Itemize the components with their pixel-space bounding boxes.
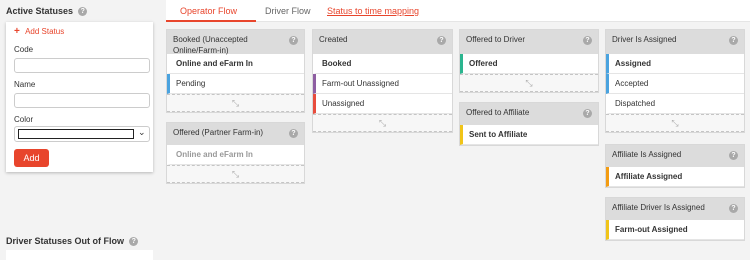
- plus-icon: +: [14, 26, 20, 37]
- out-of-flow-title: Driver Statuses Out of Flow: [6, 236, 125, 246]
- column-title: Offered to Affiliate: [466, 108, 530, 117]
- column-affiliate-assigned: Affiliate Is Assigned ? Affiliate Assign…: [605, 144, 745, 188]
- column-header: Driver Is Assigned ?: [606, 30, 744, 54]
- help-icon[interactable]: ?: [437, 36, 446, 45]
- status-card[interactable]: Farm-out Assigned: [606, 220, 744, 240]
- name-label: Name: [14, 80, 36, 89]
- color-select[interactable]: ⌄: [14, 126, 150, 142]
- status-card[interactable]: Assigned: [606, 54, 744, 74]
- help-icon[interactable]: ?: [289, 36, 298, 45]
- status-card[interactable]: Offered: [460, 54, 598, 74]
- status-card[interactable]: Pending: [167, 74, 304, 94]
- drop-zone[interactable]: ⤡: [460, 74, 598, 92]
- tab-status-time-mapping[interactable]: Status to time mapping: [327, 6, 419, 16]
- help-icon[interactable]: ?: [583, 109, 592, 118]
- status-card[interactable]: Online and eFarm In: [167, 145, 304, 165]
- column-title: Created: [319, 35, 348, 44]
- column-title: Offered to Driver: [466, 35, 525, 44]
- status-card[interactable]: Online and eFarm In: [167, 54, 304, 74]
- out-of-flow-panel: [6, 250, 153, 260]
- column-offered-partner: Offered (Partner Farm-in) ? Online and e…: [166, 122, 305, 184]
- help-icon[interactable]: ?: [289, 129, 298, 138]
- out-of-flow-header: Driver Statuses Out of Flow ?: [6, 236, 139, 247]
- column-header: Offered to Driver ?: [460, 30, 598, 54]
- drop-zone[interactable]: ⤡: [167, 165, 304, 183]
- drop-zone[interactable]: ⤡: [313, 114, 452, 132]
- column-driver-assigned: Driver Is Assigned ? Assigned Accepted D…: [605, 29, 745, 133]
- status-card[interactable]: Unassigned: [313, 94, 452, 114]
- name-input[interactable]: [14, 93, 150, 108]
- tab-driver-flow[interactable]: Driver Flow: [265, 6, 311, 16]
- active-statuses-title: Active Statuses: [6, 6, 74, 16]
- help-icon[interactable]: ?: [583, 36, 592, 45]
- help-icon[interactable]: ?: [78, 7, 88, 17]
- column-header: Created ?: [313, 30, 452, 54]
- column-title: Offered (Partner Farm-in): [173, 128, 264, 137]
- column-header: Offered (Partner Farm-in) ?: [167, 123, 304, 145]
- column-affiliate-driver-assigned: Affiliate Driver Is Assigned ? Farm-out …: [605, 197, 745, 241]
- status-card[interactable]: Dispatched: [606, 94, 744, 114]
- color-label: Color: [14, 115, 34, 124]
- resize-icon: ⤡: [671, 117, 679, 128]
- help-icon[interactable]: ?: [729, 204, 738, 213]
- code-input[interactable]: [14, 58, 150, 73]
- color-swatch: [18, 129, 134, 139]
- add-status-link[interactable]: + Add Status: [14, 26, 64, 37]
- column-header: Booked (Unaccepted Online/Farm-in) ?: [167, 30, 304, 55]
- add-status-panel: + Add Status Code Name Color ⌄ Add: [6, 22, 153, 172]
- column-booked: Booked (Unaccepted Online/Farm-in) ? Onl…: [166, 29, 305, 113]
- help-icon[interactable]: ?: [729, 151, 738, 160]
- column-offered-driver: Offered to Driver ? Offered ⤡: [459, 29, 599, 93]
- column-created: Created ? Booked Farm-out Unassigned Una…: [312, 29, 453, 133]
- drop-zone[interactable]: ⤡: [167, 94, 304, 112]
- help-icon[interactable]: ?: [129, 237, 139, 247]
- status-card[interactable]: Booked: [313, 54, 452, 74]
- drop-zone[interactable]: ⤡: [606, 114, 744, 132]
- column-header: Affiliate Is Assigned ?: [606, 145, 744, 167]
- column-header: Affiliate Driver Is Assigned ?: [606, 198, 744, 220]
- resize-icon: ⤡: [231, 168, 240, 179]
- column-title: Booked (Unaccepted Online/Farm-in): [173, 35, 248, 55]
- column-title: Affiliate Driver Is Assigned: [612, 203, 705, 212]
- resize-icon: ⤡: [525, 77, 533, 88]
- column-title: Driver Is Assigned: [612, 35, 677, 44]
- help-icon[interactable]: ?: [729, 36, 738, 45]
- code-label: Code: [14, 45, 34, 54]
- tab-operator-flow[interactable]: Operator Flow: [180, 6, 237, 16]
- status-card[interactable]: Farm-out Unassigned: [313, 74, 452, 94]
- chevron-down-icon: ⌄: [138, 127, 146, 137]
- active-statuses-header: Active Statuses ?: [6, 6, 88, 17]
- resize-icon: ⤡: [231, 97, 240, 108]
- status-card[interactable]: Sent to Affiliate: [460, 125, 598, 145]
- column-title: Affiliate Is Assigned: [612, 150, 682, 159]
- active-tab-indicator: [166, 20, 256, 22]
- add-button[interactable]: Add: [14, 149, 49, 167]
- column-offered-affiliate: Offered to Affiliate ? Sent to Affiliate: [459, 102, 599, 146]
- status-card[interactable]: Affiliate Assigned: [606, 167, 744, 187]
- resize-icon: ⤡: [378, 117, 387, 128]
- column-header: Offered to Affiliate ?: [460, 103, 598, 125]
- tab-bar: Operator Flow Driver Flow Status to time…: [166, 0, 750, 22]
- status-card[interactable]: Accepted: [606, 74, 744, 94]
